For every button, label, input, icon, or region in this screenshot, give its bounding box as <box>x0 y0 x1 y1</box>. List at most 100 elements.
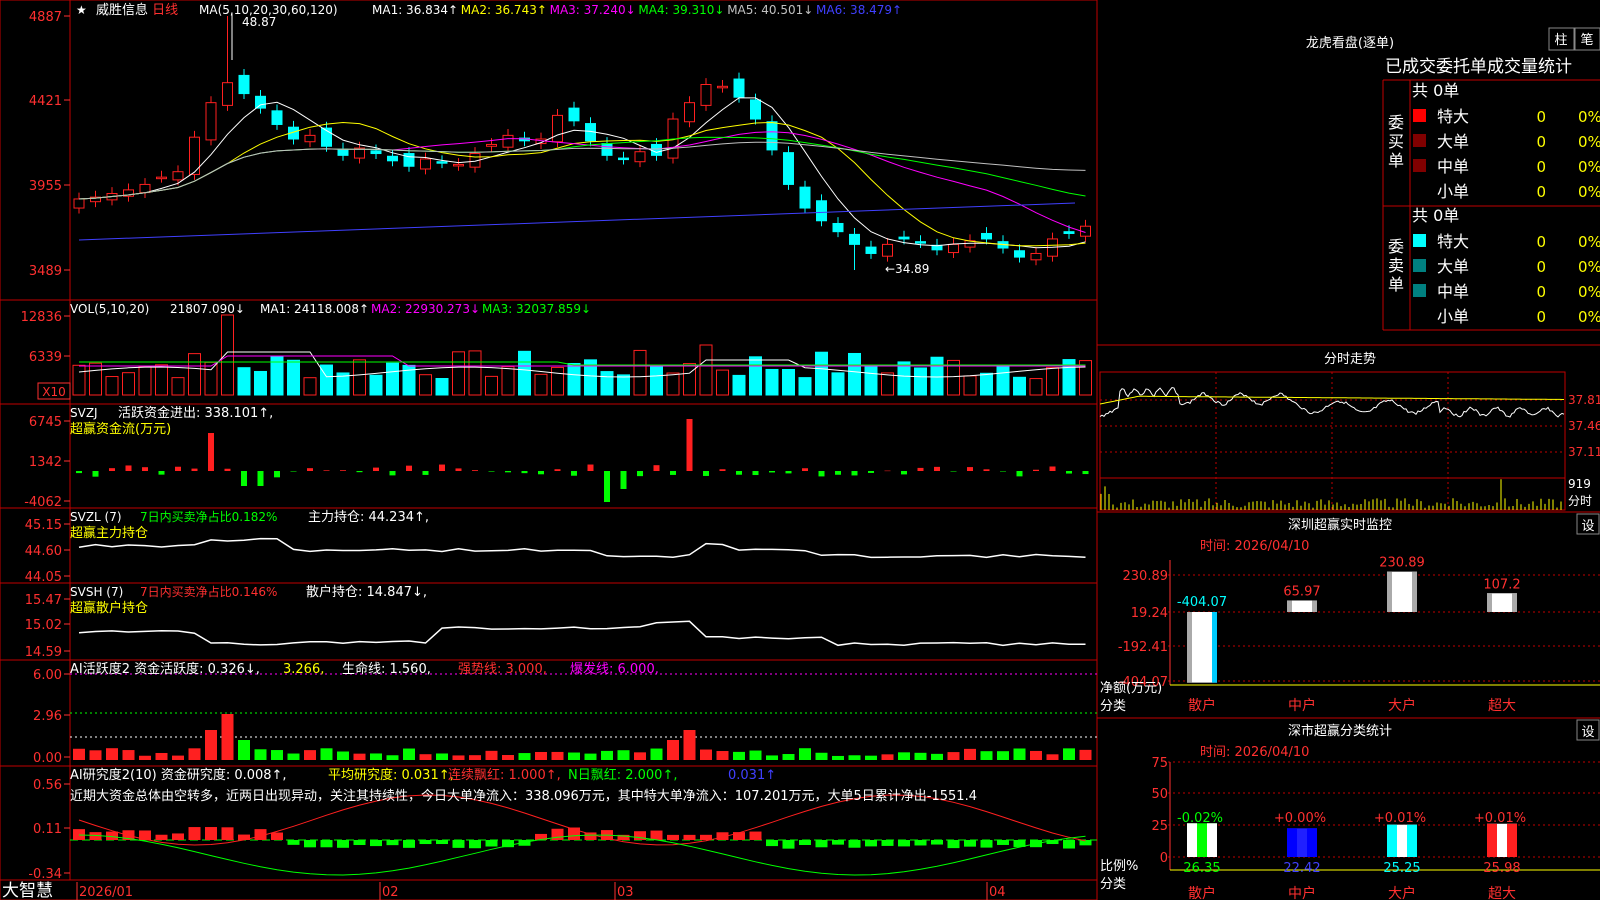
main-pos-tick: 44.60 <box>25 544 62 559</box>
buy-pct: 0% <box>1578 133 1600 151</box>
flow-bar <box>92 471 99 477</box>
monitor-time: 时间: 2026/04/10 <box>1200 539 1309 554</box>
flow-bar <box>109 468 115 471</box>
sell-count: 0 <box>1536 258 1546 276</box>
monitor-y-tick: -192.41 <box>1118 640 1168 655</box>
volume-bar <box>419 374 432 396</box>
activity-bar <box>865 755 877 760</box>
volume-bar <box>963 375 977 396</box>
activity-bar <box>89 750 102 760</box>
research-bar <box>700 834 712 840</box>
main-pos-ratio: 7日内买卖净占比0.182% <box>140 509 277 524</box>
buy-swatch <box>1413 109 1426 122</box>
candle <box>436 161 448 164</box>
vol-value: 21807.090↓ <box>170 302 245 316</box>
volume-bar <box>204 361 218 396</box>
price-tick: 4887 <box>29 10 62 25</box>
buy-count: 0 <box>1536 158 1546 176</box>
flow-bar <box>389 471 396 476</box>
ma-value: MA6: 38.479↑ <box>816 3 902 17</box>
monitor-value: 65.97 <box>1283 584 1320 599</box>
ma-line <box>78 141 1086 200</box>
activity-bar <box>172 755 184 760</box>
candle <box>882 243 893 257</box>
activity-bar <box>287 753 300 760</box>
sell-orders-label: 单 <box>1388 275 1404 294</box>
activity-bar <box>469 755 481 760</box>
monitor-bar-edge <box>1212 612 1217 683</box>
monitor-xlabel: 分类 <box>1100 699 1126 714</box>
research-bar <box>881 840 894 846</box>
volume-bar <box>782 368 795 396</box>
monitor-value: 230.89 <box>1379 556 1425 571</box>
class-bar-part <box>1187 823 1197 857</box>
date-tick: 2026/01 <box>79 885 133 900</box>
volume-bar <box>353 359 366 396</box>
intraday-tick: 37.11 <box>1568 445 1600 459</box>
activity-bar <box>1063 748 1075 760</box>
sell-pct: 0% <box>1578 233 1600 251</box>
activity-tick: 0.00 <box>33 751 62 766</box>
candle <box>1030 252 1042 261</box>
research-bar <box>436 840 448 845</box>
research-bar <box>485 840 498 847</box>
volume-bar <box>237 367 251 396</box>
candle <box>816 200 827 222</box>
activity-bar <box>617 750 630 760</box>
vol-ma-value: MA2: 22930.273↓ <box>371 302 480 316</box>
retail-pos-tick: 14.59 <box>25 645 62 660</box>
activity-tick: 2.96 <box>33 709 62 724</box>
chart-canvas[interactable]: 48.87 ←34.89 4887 4421 3955 3489 12836 6339 6745… <box>0 0 1600 900</box>
flow-bar <box>340 470 346 471</box>
ma-value: MA4: 39.310↓ <box>638 3 724 17</box>
monitor-cat: 大户 <box>1388 697 1416 714</box>
activity-bar <box>238 740 250 760</box>
vol-tick: 6339 <box>29 350 62 365</box>
activity-bar <box>551 751 564 760</box>
ma-line <box>78 131 1086 233</box>
flow-bar <box>439 464 445 471</box>
ma-line <box>78 136 1086 200</box>
class-title: 深市超赢分类统计 <box>1288 723 1392 739</box>
buy-swatch <box>1413 159 1426 172</box>
sell-count: 0 <box>1536 233 1546 251</box>
volume-bar <box>617 374 630 396</box>
activity-bar <box>485 750 498 760</box>
analysis-note: 近期大资金总体由空转多，近两日出现异动，关注其持续性，今日大单净流入：338.0… <box>70 788 977 804</box>
research-bar <box>188 827 201 840</box>
high-price-label: 48.87 <box>242 15 276 29</box>
tick-mode-label: 笔 <box>1580 32 1593 48</box>
candle <box>304 134 316 143</box>
flow-bar <box>521 471 528 474</box>
flow-bar <box>719 469 726 471</box>
monitor-bar-edge <box>1412 571 1417 612</box>
vol-tick: 12836 <box>21 310 62 325</box>
main-title: 威胜信息 日线 <box>96 2 178 18</box>
volume-bar <box>188 353 201 396</box>
sell-row-label: 大单 <box>1437 257 1469 276</box>
flow-tick: -4062 <box>24 495 62 510</box>
activity-bar <box>337 751 349 760</box>
research-tick: 0.11 <box>33 822 62 837</box>
monitor-cat: 超大 <box>1488 698 1516 714</box>
activity-bar <box>931 753 943 760</box>
volume-bar <box>798 377 812 396</box>
volume-bar <box>452 351 465 396</box>
ma120-line <box>78 202 1076 241</box>
flow-bar <box>307 468 313 471</box>
flow-bar <box>1082 471 1089 475</box>
monitor-y-tick: 19.24 <box>1131 606 1168 621</box>
activity-bar <box>914 752 927 760</box>
vol-unit-label: X10 <box>42 385 66 399</box>
candle <box>733 78 745 98</box>
class-y-tick: 25 <box>1151 819 1168 834</box>
candle <box>1014 250 1025 258</box>
volume-bar <box>930 356 944 396</box>
volume-bar <box>1013 376 1026 396</box>
volume-bar <box>732 374 746 396</box>
candle <box>205 102 217 141</box>
monitor-bar-edge <box>1487 593 1492 612</box>
flow-bar <box>967 467 973 471</box>
research-bar <box>73 829 85 840</box>
monitor-bar-edge <box>1312 600 1317 612</box>
